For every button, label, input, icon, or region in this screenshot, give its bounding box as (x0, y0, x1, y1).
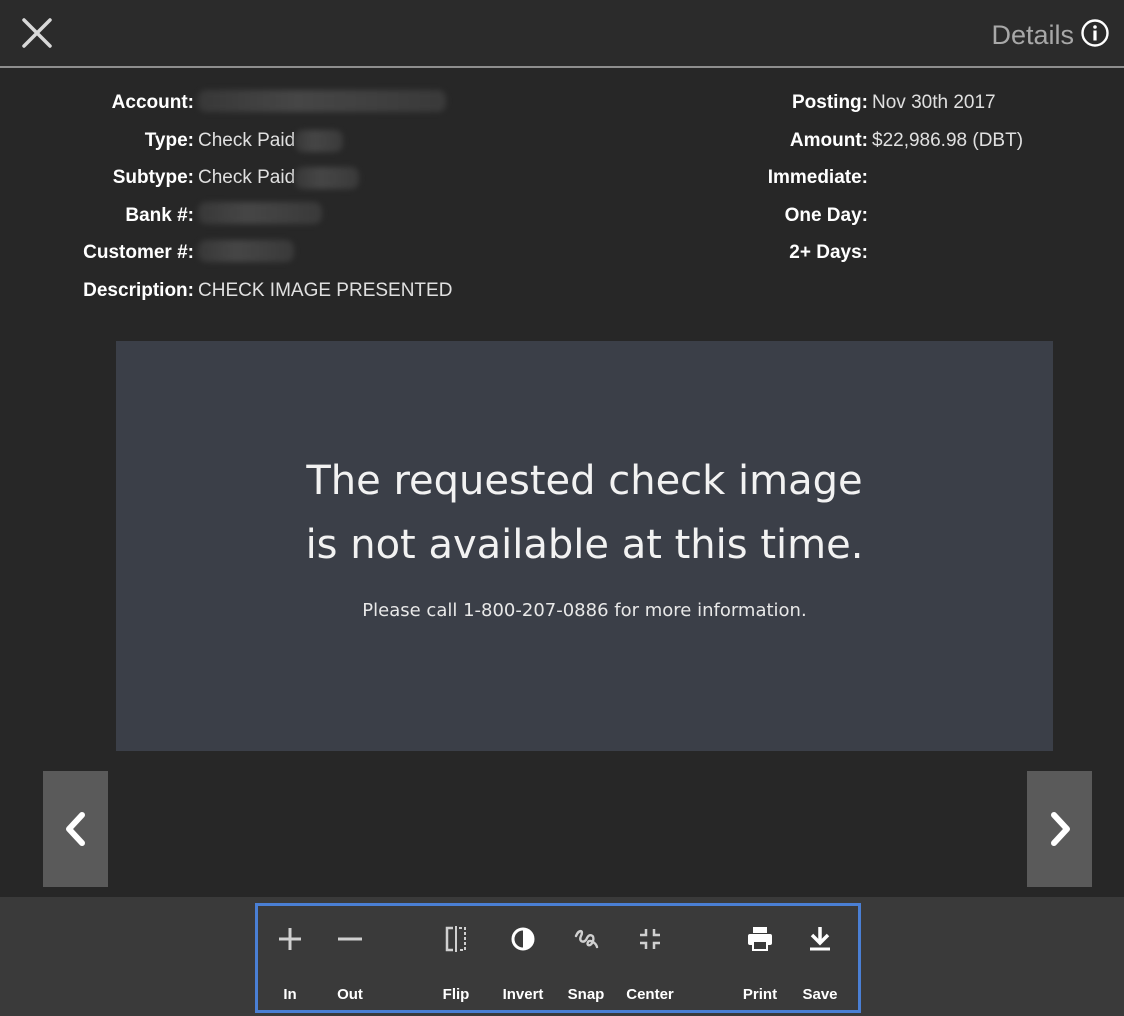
snap-label: Snap (567, 986, 605, 1003)
transaction-details-right: Posting: Nov 30th 2017 Amount: $22,986.9… (700, 84, 1023, 272)
previous-button[interactable] (43, 771, 108, 887)
next-button[interactable] (1027, 771, 1092, 887)
chevron-right-icon (1050, 812, 1070, 846)
center-button[interactable]: Center (620, 906, 680, 1010)
type-label: Type: (144, 129, 194, 151)
redacted-value (198, 202, 322, 225)
immediate-label: Immediate: (767, 167, 868, 188)
flip-button[interactable]: Flip (438, 906, 474, 1010)
redacted-value (198, 239, 294, 262)
invert-label: Invert (502, 986, 544, 1003)
description-row: Description: CHECK IMAGE PRESENTED (0, 272, 452, 310)
download-icon (810, 927, 830, 951)
snap-icon (574, 929, 599, 949)
type-value: Check Paid (198, 129, 296, 151)
contact-message: Please call 1-800-207-0886 for more info… (362, 600, 807, 621)
zoom-in-label: In (283, 986, 297, 1003)
one-day-label: One Day: (784, 204, 868, 226)
transaction-details-left: Account: Type: Check Paid Subtype: Check… (0, 84, 452, 309)
type-row: Type: Check Paid (0, 122, 452, 160)
center-icon (640, 929, 660, 949)
two-plus-days-label: 2+ Days: (789, 242, 868, 263)
redacted-value (295, 167, 360, 189)
one-day-value (868, 197, 872, 235)
account-label: Account: (111, 92, 194, 113)
amount-row: Amount: $22,986.98 (DBT) (700, 122, 1023, 160)
subtype-value: Check Paid (198, 167, 296, 188)
two-plus-days-value (868, 234, 872, 272)
close-button[interactable] (18, 14, 56, 52)
print-icon (748, 927, 772, 951)
image-toolbar: In Out Flip Invert Snap Center Print Sav… (255, 903, 861, 1013)
zoom-out-label: Out (337, 986, 363, 1003)
two-plus-days-row: 2+ Days: (700, 234, 1023, 272)
one-day-row: One Day: (700, 197, 1023, 235)
flip-icon (445, 926, 466, 952)
plus-icon (279, 928, 301, 950)
amount-label: Amount: (789, 129, 868, 151)
details-title: Details (991, 20, 1074, 50)
redacted-value (198, 89, 446, 112)
zoom-in-button[interactable]: In (272, 906, 308, 1010)
invert-icon (511, 927, 535, 951)
immediate-row: Immediate: (700, 159, 1023, 197)
header-bar: Details (0, 0, 1124, 68)
print-button[interactable]: Print (738, 906, 782, 1010)
invert-button[interactable]: Invert (498, 906, 548, 1010)
description-label: Description: (83, 279, 194, 301)
posting-row: Posting: Nov 30th 2017 (700, 84, 1023, 122)
check-image-viewer: The requested check image is not availab… (116, 341, 1053, 751)
chevron-left-icon (65, 812, 85, 846)
minus-icon (338, 937, 362, 941)
snap-button[interactable]: Snap (564, 906, 608, 1010)
print-label: Print (742, 986, 778, 1003)
flip-label: Flip (442, 986, 470, 1003)
subtype-row: Subtype: Check Paid (0, 159, 452, 197)
redacted-value (295, 129, 344, 152)
immediate-value (868, 159, 872, 197)
info-button[interactable] (1080, 18, 1110, 48)
customer-row: Customer #: (0, 234, 452, 272)
unavailable-message: The requested check image is not availab… (305, 458, 864, 568)
subtype-label: Subtype: (112, 167, 194, 188)
bank-label: Bank #: (125, 204, 194, 226)
center-label: Center (626, 986, 674, 1003)
save-label: Save (802, 986, 838, 1003)
zoom-out-button[interactable]: Out (330, 906, 370, 1010)
description-value: CHECK IMAGE PRESENTED (198, 279, 453, 301)
posting-label: Posting: (792, 92, 868, 113)
posting-value: Nov 30th 2017 (872, 92, 996, 113)
customer-label: Customer #: (83, 242, 194, 263)
amount-value: $22,986.98 (DBT) (872, 129, 1024, 151)
close-icon (22, 18, 52, 48)
info-icon (1081, 19, 1109, 47)
save-button[interactable]: Save (798, 906, 842, 1010)
account-row: Account: (0, 84, 452, 122)
bank-row: Bank #: (0, 197, 452, 235)
